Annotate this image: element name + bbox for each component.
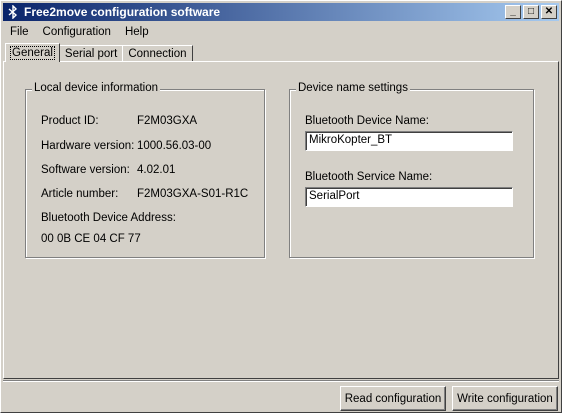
product-id-value: F2M03GXA bbox=[137, 115, 198, 127]
bt-address-value: 00 0B CE 04 CF 77 bbox=[41, 233, 141, 245]
close-button[interactable]: ✕ bbox=[541, 5, 557, 19]
hardware-version-value: 1000.56.03-00 bbox=[137, 140, 212, 152]
service-name-label: Bluetooth Service Name: bbox=[305, 171, 433, 183]
bottom-separator bbox=[3, 380, 559, 382]
article-number-value: F2M03GXA-S01-R1C bbox=[137, 188, 249, 200]
software-version-value: 4.02.01 bbox=[137, 164, 176, 176]
software-version-label: Software version: bbox=[41, 164, 130, 176]
tab-serial-port-label: Serial port bbox=[64, 48, 118, 60]
menu-help[interactable]: Help bbox=[118, 26, 156, 38]
menu-configuration[interactable]: Configuration bbox=[36, 26, 118, 38]
close-icon: ✕ bbox=[544, 6, 554, 17]
bt-address-label: Bluetooth Device Address: bbox=[41, 212, 176, 224]
tab-connection-label: Connection bbox=[128, 48, 187, 60]
tab-general-label: General bbox=[10, 46, 55, 60]
title-bar[interactable]: Free2move configuration software _ □ ✕ bbox=[3, 3, 559, 21]
read-configuration-button[interactable]: Read configuration bbox=[340, 386, 446, 411]
minimize-button[interactable]: _ bbox=[505, 5, 521, 19]
maximize-icon: □ bbox=[527, 6, 535, 17]
hardware-version-label: Hardware version: bbox=[41, 140, 135, 152]
maximize-button[interactable]: □ bbox=[523, 5, 539, 19]
tab-general[interactable]: General bbox=[5, 43, 60, 62]
tab-connection[interactable]: Connection bbox=[122, 45, 193, 62]
service-name-input[interactable]: SerialPort bbox=[305, 187, 513, 207]
device-name-settings-legend: Device name settings bbox=[296, 82, 410, 94]
write-configuration-button[interactable]: Write configuration bbox=[452, 386, 558, 411]
read-configuration-label: Read configuration bbox=[344, 392, 442, 405]
device-name-settings-group: Device name settings Bluetooth Device Na… bbox=[289, 82, 534, 258]
bluetooth-icon bbox=[6, 4, 20, 20]
menu-bar: File Configuration Help bbox=[3, 23, 559, 41]
app-window: Free2move configuration software _ □ ✕ F… bbox=[0, 0, 562, 413]
minimize-icon: _ bbox=[510, 6, 516, 17]
local-device-info-legend: Local device information bbox=[32, 82, 161, 94]
article-number-label: Article number: bbox=[41, 188, 119, 200]
menu-file[interactable]: File bbox=[3, 26, 36, 38]
device-name-label: Bluetooth Device Name: bbox=[305, 115, 430, 127]
device-name-input[interactable]: MikroKopter_BT bbox=[305, 131, 513, 151]
tab-serial-port[interactable]: Serial port bbox=[58, 45, 124, 62]
window-title: Free2move configuration software bbox=[24, 5, 221, 19]
write-configuration-label: Write configuration bbox=[457, 392, 553, 405]
tab-strip: General Serial port Connection bbox=[5, 42, 193, 62]
product-id-label: Product ID: bbox=[41, 115, 99, 127]
local-device-info-group: Local device information Product ID: F2M… bbox=[25, 82, 265, 258]
general-tab-panel: Local device information Product ID: F2M… bbox=[3, 61, 559, 379]
